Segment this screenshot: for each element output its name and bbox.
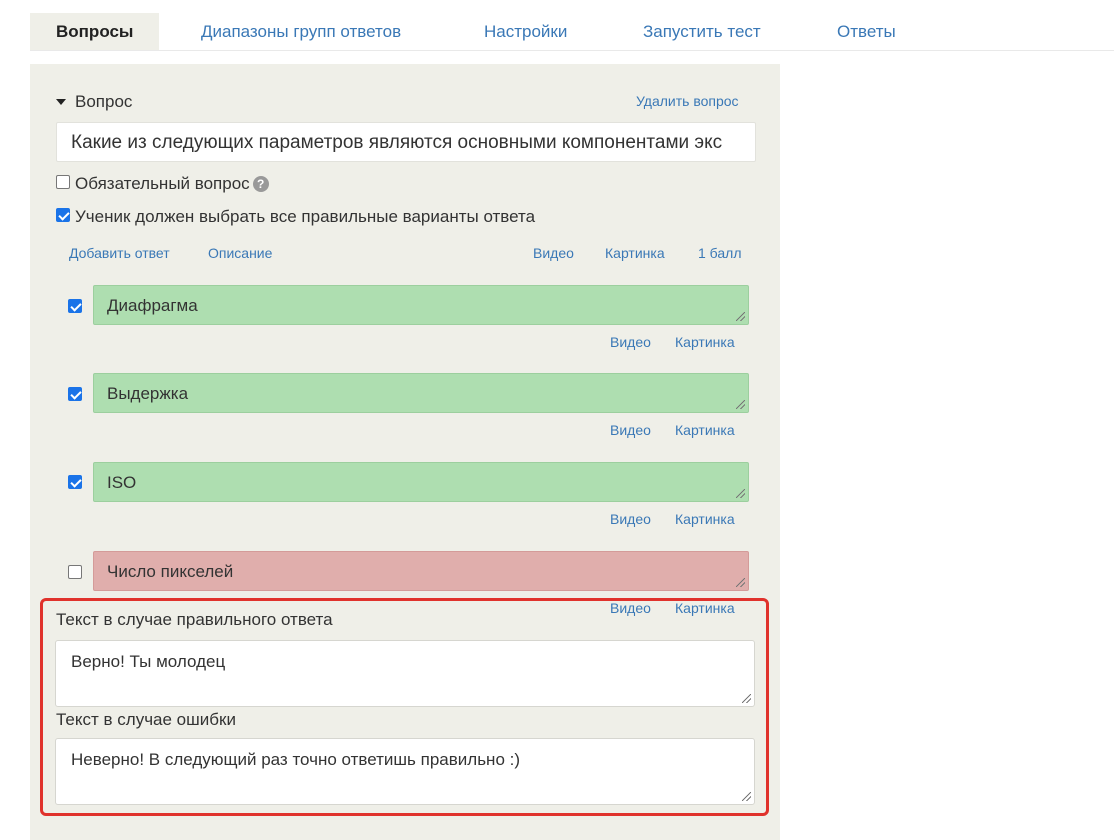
question-text-input[interactable]: Какие из следующих параметров являются о… [56, 122, 756, 162]
correct-feedback-label: Текст в случае правильного ответа [56, 610, 333, 629]
error-feedback-text: Неверно! В следующий раз точно ответишь … [71, 750, 521, 769]
answer-correct-checkbox[interactable] [68, 299, 82, 313]
required-question-option: Обязательный вопрос? [75, 174, 269, 194]
answer-text: ISO [107, 473, 137, 492]
answer-text: Диафрагма [107, 296, 198, 315]
answer-picture-link[interactable]: Картинка [675, 334, 735, 350]
correct-feedback-textarea[interactable]: Верно! Ты молодец [55, 640, 755, 707]
answer-correct-checkbox[interactable] [68, 387, 82, 401]
question-header[interactable]: Вопрос [56, 92, 132, 112]
required-question-checkbox[interactable] [56, 175, 70, 189]
question-picture-link[interactable]: Картинка [605, 245, 665, 261]
description-link[interactable]: Описание [208, 245, 272, 261]
resize-handle-icon[interactable] [736, 312, 745, 321]
error-feedback-textarea[interactable]: Неверно! В следующий раз точно ответишь … [55, 738, 755, 805]
help-icon[interactable]: ? [252, 176, 269, 192]
answer-input[interactable]: Диафрагма [93, 285, 749, 325]
tab-settings[interactable]: Настройки [484, 13, 567, 50]
answer-text: Выдержка [107, 384, 189, 403]
resize-handle-icon[interactable] [736, 578, 745, 587]
tab-questions[interactable]: Вопросы [30, 13, 160, 50]
answer-correct-checkbox[interactable] [68, 475, 82, 489]
question-video-link[interactable]: Видео [533, 245, 574, 261]
resize-handle-icon[interactable] [736, 400, 745, 409]
points-link[interactable]: 1 балл [698, 245, 742, 261]
error-feedback-label: Текст в случае ошибки [56, 710, 236, 729]
answer-video-link[interactable]: Видео [610, 511, 651, 527]
tab-run-test[interactable]: Запустить тест [643, 13, 761, 50]
select-all-correct-label: Ученик должен выбрать все правильные вар… [75, 207, 536, 226]
answer-text: Число пикселей [107, 562, 234, 581]
tab-answer-group-ranges[interactable]: Диапазоны групп ответов [201, 13, 401, 50]
answer-picture-link[interactable]: Картинка [675, 600, 735, 616]
question-header-label: Вопрос [75, 92, 133, 111]
resize-handle-icon[interactable] [736, 489, 745, 498]
answer-input[interactable]: ISO [93, 462, 749, 502]
tab-bar: Вопросы Диапазоны групп ответов Настройк… [30, 13, 1114, 51]
delete-question-link[interactable]: Удалить вопрос [636, 93, 739, 109]
select-all-correct-checkbox[interactable] [56, 208, 70, 222]
answer-video-link[interactable]: Видео [610, 334, 651, 350]
resize-handle-icon[interactable] [742, 694, 751, 703]
tab-answers[interactable]: Ответы [837, 13, 896, 50]
answer-picture-link[interactable]: Картинка [675, 511, 735, 527]
caret-down-icon[interactable] [56, 99, 66, 105]
answer-video-link[interactable]: Видео [610, 600, 651, 616]
add-answer-link[interactable]: Добавить ответ [69, 245, 170, 261]
required-question-label: Обязательный вопрос [75, 174, 250, 193]
correct-feedback-text: Верно! Ты молодец [71, 652, 226, 671]
answer-picture-link[interactable]: Картинка [675, 422, 735, 438]
answer-input[interactable]: Выдержка [93, 373, 749, 413]
resize-handle-icon[interactable] [742, 792, 751, 801]
answer-video-link[interactable]: Видео [610, 422, 651, 438]
answer-correct-checkbox[interactable] [68, 565, 82, 579]
answer-input[interactable]: Число пикселей [93, 551, 749, 591]
